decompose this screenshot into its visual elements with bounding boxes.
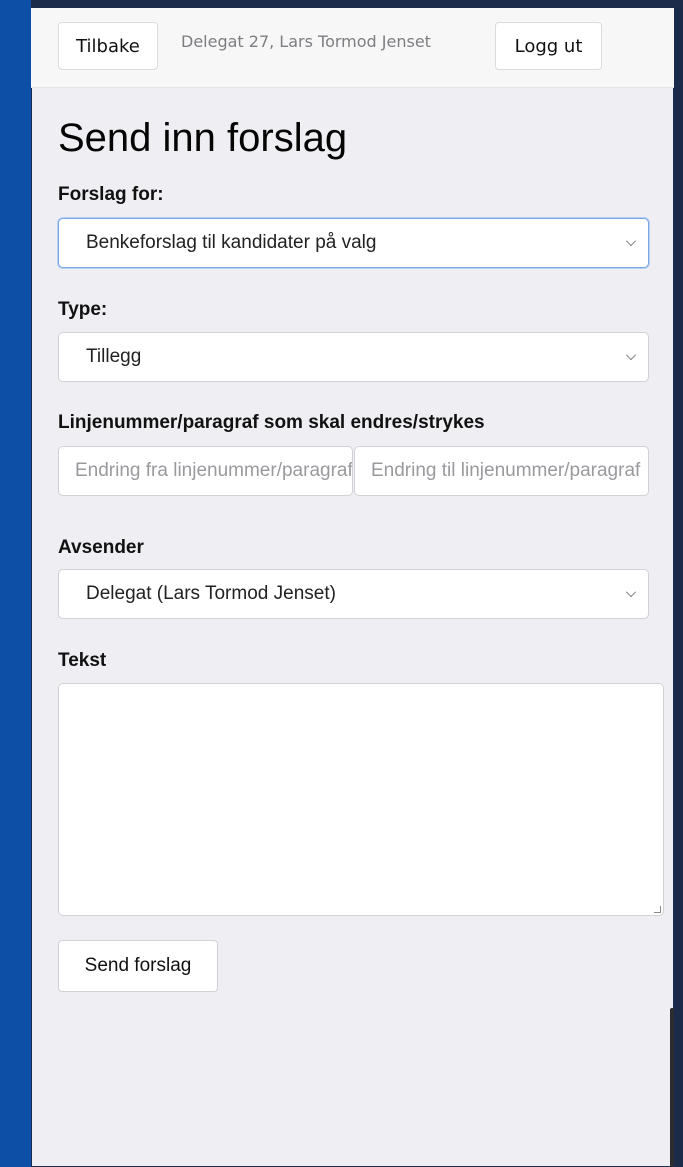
logout-button[interactable]: Logg ut bbox=[495, 22, 602, 70]
window-top-edge bbox=[0, 0, 683, 8]
proposal-for-select[interactable]: Benkeforslag til kandidater på valg bbox=[58, 218, 649, 268]
navbar: Tilbake Delegat 27, Lars Tormod Jenset L… bbox=[31, 8, 674, 88]
sender-select[interactable]: Delegat (Lars Tormod Jenset) bbox=[58, 569, 649, 619]
type-select[interactable]: Tillegg bbox=[58, 332, 649, 382]
text-textarea[interactable] bbox=[58, 683, 664, 916]
chevron-down-icon bbox=[626, 236, 636, 246]
line-from-input[interactable]: Endring fra linjenummer/paragraf bbox=[58, 446, 353, 496]
back-button[interactable]: Tilbake bbox=[58, 22, 158, 70]
sender-label: Avsender bbox=[58, 537, 144, 558]
sender-value: Delegat (Lars Tormod Jenset) bbox=[86, 583, 336, 604]
chevron-down-icon bbox=[626, 587, 636, 597]
app-panel: Tilbake Delegat 27, Lars Tormod Jenset L… bbox=[31, 8, 674, 1167]
resize-handle-icon[interactable] bbox=[654, 906, 661, 913]
scrollbar-thumb[interactable] bbox=[670, 1008, 674, 1167]
line-to-placeholder: Endring til linjenummer/paragraf bbox=[371, 460, 641, 481]
type-value: Tillegg bbox=[86, 346, 142, 367]
window-right-edge bbox=[674, 8, 683, 1167]
line-from-placeholder: Endring fra linjenummer/paragraf bbox=[75, 460, 353, 481]
proposal-for-label: Forslag for: bbox=[58, 184, 164, 205]
proposal-for-value: Benkeforslag til kandidater på valg bbox=[86, 232, 377, 253]
page-title: Send inn forslag bbox=[58, 116, 348, 160]
line-numbers-label: Linjenummer/paragraf som skal endres/str… bbox=[58, 412, 485, 433]
current-user-label: Delegat 27, Lars Tormod Jenset bbox=[181, 32, 431, 51]
text-label: Tekst bbox=[58, 650, 107, 671]
chevron-down-icon bbox=[626, 350, 636, 360]
line-to-input[interactable]: Endring til linjenummer/paragraf bbox=[354, 446, 649, 496]
submit-button[interactable]: Send forslag bbox=[58, 940, 218, 992]
type-label: Type: bbox=[58, 299, 108, 320]
background-left bbox=[0, 0, 31, 1167]
